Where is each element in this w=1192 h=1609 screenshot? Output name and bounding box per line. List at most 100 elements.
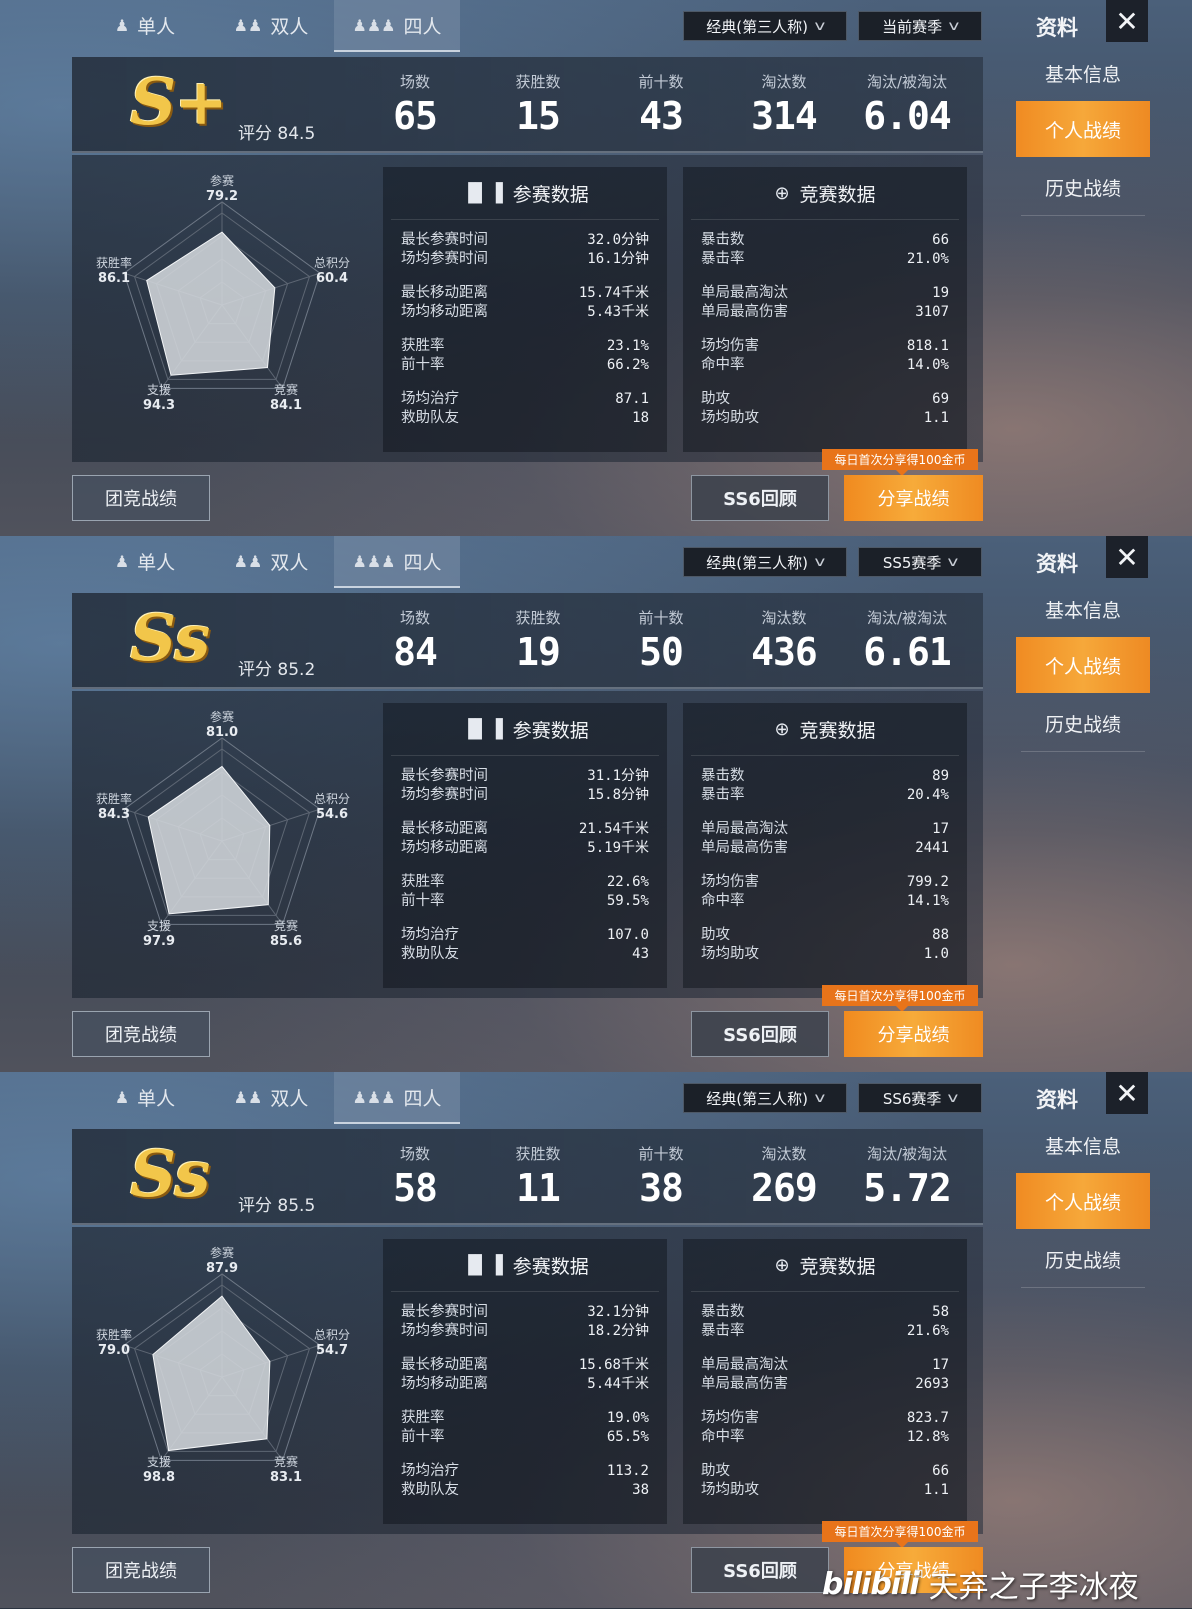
- stat-row-label: 场均参赛时间: [401, 251, 488, 267]
- stat-row: 单局最高伤害 3107: [701, 303, 949, 322]
- stat-row-value: 3107: [915, 304, 949, 320]
- bilibili-logo: bilibili: [822, 1566, 920, 1602]
- chevron-down-icon: v: [947, 1090, 959, 1106]
- radar-axis-name: 总积分: [313, 256, 350, 270]
- box-title-label: 参赛数据: [512, 719, 589, 742]
- stat-row: 前十率 66.2%: [401, 356, 649, 375]
- tab-label: 双人: [270, 551, 309, 574]
- stat-row-label: 前十率: [401, 357, 445, 373]
- season-dropdown[interactable]: 当前赛季 v: [858, 11, 982, 41]
- stat-row-value: 32.1分钟: [587, 1304, 649, 1320]
- mode-dropdown[interactable]: 经典(第三人称) v: [683, 1083, 847, 1113]
- radar-axis-value: 81.0: [205, 725, 239, 740]
- participation-data-box: ▐▌▐ 参赛数据 最长参赛时间 32.0分钟 场均参赛时间 16.1分钟 最长移动距离 1…: [383, 167, 667, 452]
- radar-axis-value: 84.1: [269, 398, 303, 413]
- stat-wins: 获胜数 11: [478, 1143, 598, 1210]
- radar-label-win-rate: 获胜率 79.0: [84, 1327, 144, 1359]
- mode-tabs: ♟ 单人 ♟♟ 双人 ♟♟♟ 四人: [82, 536, 460, 588]
- stat-row-label: 最长参赛时间: [401, 768, 488, 784]
- stat-value: 19: [516, 630, 561, 674]
- season-review-button[interactable]: SS6回顾: [691, 1547, 829, 1593]
- competition-data-title: ⊕ 竞赛数据: [691, 703, 959, 756]
- radar-value-shape: [152, 1295, 271, 1452]
- tab-squad[interactable]: ♟♟♟ 四人: [334, 536, 460, 588]
- mode-dropdown[interactable]: 经典(第三人称) v: [683, 547, 847, 577]
- stat-row: 暴击数 66: [701, 231, 949, 250]
- side-item-basic-info[interactable]: 基本信息: [1016, 45, 1150, 101]
- tab-duo[interactable]: ♟♟ 双人: [208, 536, 334, 586]
- participation-data-title: ▐▌▐ 参赛数据: [391, 703, 659, 756]
- season-review-button[interactable]: SS6回顾: [691, 1011, 829, 1057]
- radar-label-total-points: 总积分 60.4: [302, 255, 362, 287]
- close-button[interactable]: ✕: [1106, 0, 1148, 42]
- radar-axis-value: 83.1: [269, 1470, 303, 1485]
- stat-row-value: 818.1: [906, 338, 949, 354]
- tab-duo[interactable]: ♟♟ 双人: [208, 0, 334, 50]
- tab-solo[interactable]: ♟ 单人: [82, 0, 208, 50]
- radar-axis-value: 54.6: [315, 807, 349, 822]
- squad-people-icon: ♟♟♟: [352, 1087, 396, 1107]
- share-record-button[interactable]: 分享战绩: [844, 1011, 983, 1057]
- tab-squad[interactable]: ♟♟♟ 四人: [334, 1072, 460, 1124]
- season-review-button[interactable]: SS6回顾: [691, 475, 829, 521]
- competition-row-group: 单局最高淘汰 19 单局最高伤害 3107: [701, 284, 949, 324]
- side-item-history-record[interactable]: 历史战绩: [1021, 1231, 1145, 1288]
- stat-row-label: 单局最高淘汰: [701, 1357, 788, 1373]
- stat-row: 单局最高淘汰 17: [701, 1356, 949, 1375]
- side-item-personal-record[interactable]: 个人战绩: [1016, 637, 1150, 693]
- side-item-personal-record[interactable]: 个人战绩: [1016, 1173, 1150, 1229]
- side-item-history-record[interactable]: 历史战绩: [1021, 159, 1145, 216]
- stat-row-label: 暴击率: [701, 787, 745, 803]
- stat-row: 场均移动距离 5.44千米: [401, 1375, 649, 1394]
- team-deathmatch-record-button[interactable]: 团竞战绩: [72, 1011, 210, 1057]
- stat-label: 前十数: [638, 73, 684, 91]
- side-item-basic-info[interactable]: 基本信息: [1016, 581, 1150, 637]
- stat-row-label: 前十率: [401, 893, 445, 909]
- radar-chart: 参赛 81.0 总积分 54.6 竞赛 85.6 支援 97.9 获胜率 84.…: [72, 691, 372, 998]
- stat-top10: 前十数 38: [601, 1143, 721, 1210]
- tab-duo[interactable]: ♟♟ 双人: [208, 1072, 334, 1122]
- stat-row-value: 23.1%: [606, 338, 649, 354]
- player-stats-panel: ♟ 单人 ♟♟ 双人 ♟♟♟ 四人 经典(第三人称) v SS5赛季 v 资料 …: [0, 536, 1192, 1072]
- stat-row-value: 20.4%: [906, 787, 949, 803]
- stat-row-value: 2441: [915, 840, 949, 856]
- summary-bar: S+ 评分 84.5 场数 65 获胜数 15 前十数 43 淘汰数 314 淘…: [72, 57, 983, 153]
- stat-row-value: 65.5%: [606, 1429, 649, 1445]
- stat-row-value: 43: [632, 946, 649, 962]
- side-item-basic-info[interactable]: 基本信息: [1016, 1117, 1150, 1173]
- team-deathmatch-record-button[interactable]: 团竞战绩: [72, 475, 210, 521]
- radar-axis-name: 竞赛: [273, 1455, 298, 1469]
- stat-row-label: 单局最高淘汰: [701, 285, 788, 301]
- season-dropdown[interactable]: SS6赛季 v: [858, 1083, 982, 1113]
- close-button[interactable]: ✕: [1106, 1072, 1148, 1114]
- competition-data-title: ⊕ 竞赛数据: [691, 1239, 959, 1292]
- tab-label: 双人: [270, 1087, 309, 1110]
- tab-solo[interactable]: ♟ 单人: [82, 1072, 208, 1122]
- tab-squad[interactable]: ♟♟♟ 四人: [334, 0, 460, 52]
- participation-data-box: ▐▌▐ 参赛数据 最长参赛时间 31.1分钟 场均参赛时间 15.8分钟 最长移动距离 2…: [383, 703, 667, 988]
- stat-row-label: 救助队友: [401, 1482, 459, 1498]
- stat-row-value: 5.19千米: [587, 840, 649, 856]
- stat-value: 5.72: [863, 1166, 952, 1210]
- stat-row: 暴击数 58: [701, 1303, 949, 1322]
- share-record-button[interactable]: 分享战绩: [844, 475, 983, 521]
- season-dropdown[interactable]: SS5赛季 v: [858, 547, 982, 577]
- tab-solo[interactable]: ♟ 单人: [82, 536, 208, 586]
- stat-row-label: 助攻: [701, 927, 730, 943]
- mode-dropdown[interactable]: 经典(第三人称) v: [683, 11, 847, 41]
- side-item-personal-record[interactable]: 个人战绩: [1016, 101, 1150, 157]
- close-button[interactable]: ✕: [1106, 536, 1148, 578]
- team-deathmatch-record-button[interactable]: 团竞战绩: [72, 1547, 210, 1593]
- stat-wins: 获胜数 15: [478, 71, 598, 138]
- stat-row-label: 暴击数: [701, 232, 745, 248]
- stat-value: 65: [393, 94, 438, 138]
- radar-label-participation: 参赛 87.9: [192, 1245, 252, 1277]
- stat-row-label: 命中率: [701, 1429, 745, 1445]
- side-item-history-record[interactable]: 历史战绩: [1021, 695, 1145, 752]
- radar-axis-name: 总积分: [313, 792, 350, 806]
- chevron-down-icon: v: [814, 1090, 826, 1106]
- stat-row: 获胜率 23.1%: [401, 337, 649, 356]
- stat-row: 命中率 14.1%: [701, 892, 949, 911]
- stat-row-value: 12.8%: [906, 1429, 949, 1445]
- radar-chart: 参赛 87.9 总积分 54.7 竞赛 83.1 支援 98.8 获胜率 79.…: [72, 1227, 372, 1534]
